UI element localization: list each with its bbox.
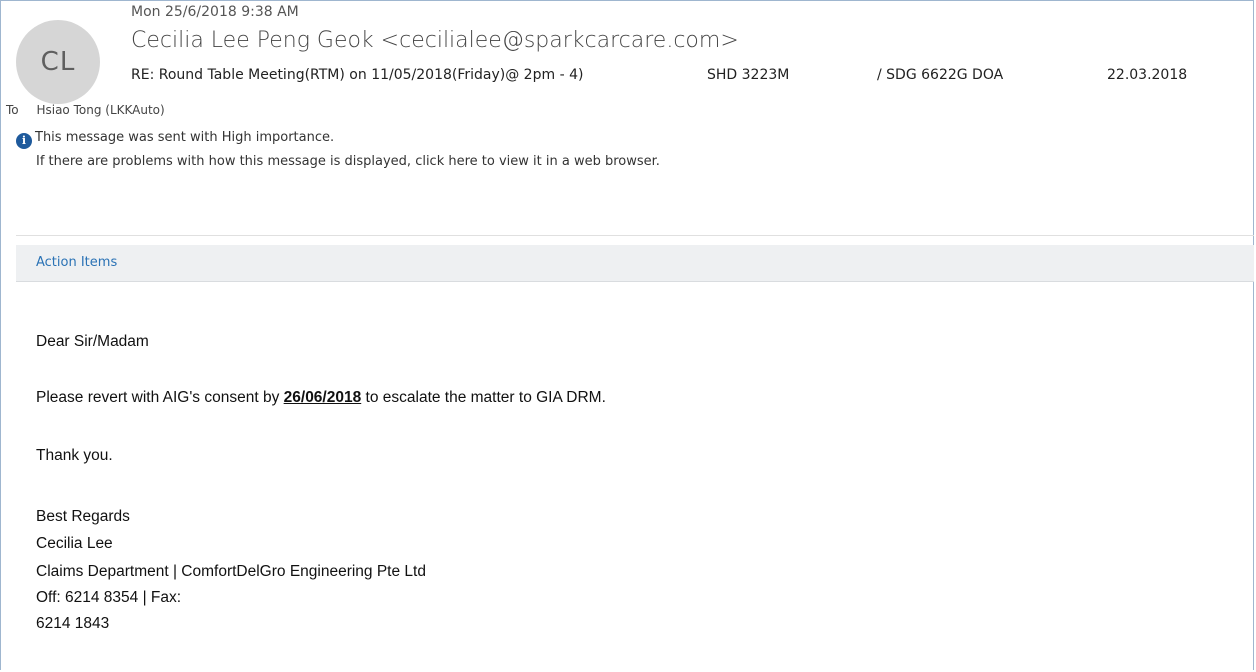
signature-department: Claims Department | ComfortDelGro Engine…: [36, 563, 426, 580]
email-subject: RE: Round Table Meeting(RTM) on 11/05/20…: [131, 67, 1211, 87]
subject-part-date: 22.03.2018: [1107, 67, 1188, 83]
signature-phone: Off: 6214 8354 | Fax:: [36, 589, 182, 606]
request-prefix: Please revert with AIG's consent by: [36, 389, 284, 406]
sent-date: Mon 25/6/2018 9:38 AM: [131, 4, 299, 20]
greeting: Dear Sir/Madam: [36, 333, 149, 350]
deadline-date: 26/06/2018: [283, 389, 362, 406]
info-icon: i: [16, 133, 32, 149]
subject-part-vehicle-2: / SDG 6622G DOA: [877, 67, 1004, 83]
subject-part-vehicle-1: SHD 3223M: [707, 67, 790, 83]
importance-notice: i This message was sent with High importa…: [16, 130, 334, 149]
header-divider: [16, 235, 1254, 236]
signature-fax: 6214 1843: [36, 615, 110, 632]
sign-off: Best Regards: [36, 508, 130, 525]
subject-part-meeting: RE: Round Table Meeting(RTM) on 11/05/20…: [131, 67, 584, 83]
recipient-row: To Hsiao Tong (LKKAuto): [6, 103, 165, 117]
action-items-link[interactable]: Action Items: [36, 255, 117, 270]
recipient-name[interactable]: Hsiao Tong (LKKAuto): [36, 103, 164, 117]
action-items-bar: Action Items: [16, 245, 1254, 282]
view-in-browser-link[interactable]: If there are problems with how this mess…: [36, 154, 660, 169]
to-label: To: [6, 103, 19, 117]
thanks-line: Thank you.: [36, 447, 113, 464]
sender-avatar: CL: [16, 20, 100, 104]
request-line: Please revert with AIG's consent by 26/0…: [36, 389, 606, 407]
sender-name[interactable]: Cecilia Lee Peng Geok <cecilialee@sparkc…: [131, 28, 739, 53]
request-suffix: to escalate the matter to GIA DRM.: [361, 389, 606, 406]
signature-name: Cecilia Lee: [36, 535, 113, 552]
importance-text: This message was sent with High importan…: [35, 130, 335, 145]
